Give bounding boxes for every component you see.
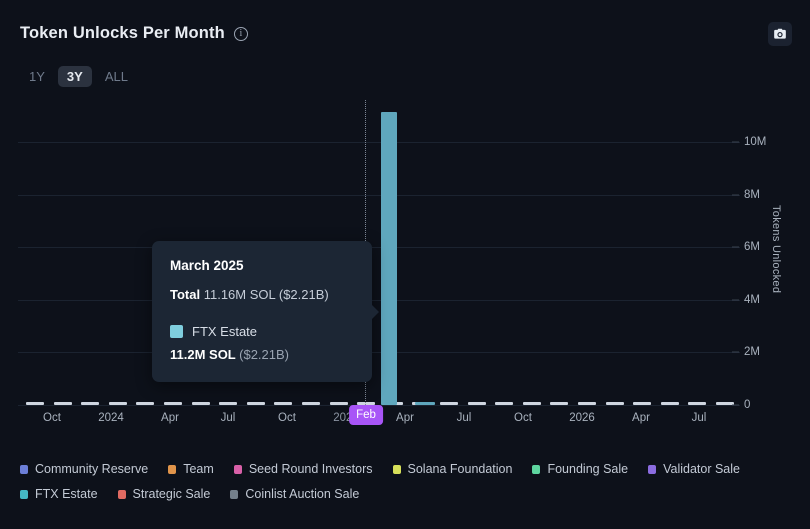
plot-area[interactable]: [18, 100, 740, 405]
x-axis-tick: Oct: [278, 412, 296, 424]
tab-3y[interactable]: 3Y: [58, 66, 92, 87]
y-axis-tick: 0: [744, 399, 750, 411]
tab-1y[interactable]: 1Y: [20, 66, 54, 87]
gridline: [18, 352, 740, 353]
y-axis-tick-mark: [732, 247, 739, 248]
legend-swatch: [532, 465, 540, 474]
chart-tooltip: March 2025 Total 11.16M SOL ($2.21B) FTX…: [152, 241, 372, 382]
x-axis-tick-selected: Feb: [349, 405, 383, 425]
legend-swatch: [393, 465, 401, 474]
y-axis-tick: 10M: [744, 136, 766, 148]
x-axis: Oct2024AprJulOct2025FebAprJulOct2026AprJ…: [18, 405, 740, 435]
tooltip-series-swatch: [170, 325, 183, 338]
camera-icon[interactable]: [768, 22, 792, 46]
x-axis-tick: Apr: [161, 412, 179, 424]
y-axis-tick-mark: [732, 299, 739, 300]
x-axis-tick: Apr: [396, 412, 414, 424]
y-axis-tick: 4M: [744, 294, 760, 306]
legend-label: Community Reserve: [35, 462, 148, 476]
legend-item-solana-foundation[interactable]: Solana Foundation: [393, 462, 513, 476]
chart-legend: Community Reserve Team Seed Round Investor…: [20, 462, 790, 501]
legend-label: FTX Estate: [35, 487, 98, 501]
tab-all[interactable]: ALL: [96, 66, 137, 87]
y-axis-tick: 6M: [744, 241, 760, 253]
legend-swatch: [20, 465, 28, 474]
tooltip-series-amount: 11.2M SOL: [170, 347, 236, 362]
gridline: [18, 142, 740, 143]
tooltip-series-usd: ($2.21B): [239, 347, 289, 362]
y-axis-tick-mark: [732, 352, 739, 353]
tooltip-arrow: [372, 305, 379, 319]
legend-label: Validator Sale: [663, 462, 740, 476]
legend-item-seed-round-investors[interactable]: Seed Round Investors: [234, 462, 373, 476]
legend-swatch: [20, 490, 28, 499]
x-axis-tick: 2026: [569, 412, 595, 424]
x-axis-tick: Apr: [632, 412, 650, 424]
y-axis-tick: 2M: [744, 346, 760, 358]
legend-swatch: [648, 465, 656, 474]
legend-item-validator-sale[interactable]: Validator Sale: [648, 462, 740, 476]
tooltip-series-name: FTX Estate: [192, 324, 257, 339]
tooltip-series-value: 11.2M SOL ($2.21B): [170, 347, 354, 362]
x-axis-tick: Jul: [457, 412, 472, 424]
legend-item-strategic-sale[interactable]: Strategic Sale: [118, 487, 211, 501]
tooltip-date: March 2025: [170, 258, 354, 273]
legend-label: Coinlist Auction Sale: [245, 487, 359, 501]
x-axis-tick: 2024: [98, 412, 124, 424]
chart-widget: Token Unlocks Per Month i 1Y 3Y ALL 0 2M 4…: [0, 0, 810, 529]
legend-label: Founding Sale: [547, 462, 628, 476]
tooltip-total-value: 11.16M SOL ($2.21B): [204, 287, 329, 302]
gridline: [18, 247, 740, 248]
tooltip-total: Total 11.16M SOL ($2.21B): [170, 287, 354, 302]
info-icon[interactable]: i: [234, 27, 248, 41]
gridline: [18, 195, 740, 196]
title-row: Token Unlocks Per Month i: [20, 24, 248, 43]
tooltip-total-label: Total: [170, 287, 200, 302]
chart-bar[interactable]: [381, 112, 397, 405]
legend-item-team[interactable]: Team: [168, 462, 214, 476]
legend-label: Seed Round Investors: [249, 462, 373, 476]
gridline: [18, 300, 740, 301]
y-axis-tick: 8M: [744, 189, 760, 201]
legend-swatch: [168, 465, 176, 474]
legend-item-community-reserve[interactable]: Community Reserve: [20, 462, 148, 476]
legend-label: Strategic Sale: [133, 487, 211, 501]
x-axis-tick: Jul: [692, 412, 707, 424]
widget-header: Token Unlocks Per Month i: [0, 0, 810, 60]
legend-item-founding-sale[interactable]: Founding Sale: [532, 462, 628, 476]
legend-swatch: [118, 490, 126, 499]
legend-label: Team: [183, 462, 214, 476]
legend-swatch: [234, 465, 242, 474]
tooltip-series-row: FTX Estate: [170, 324, 354, 339]
legend-label: Solana Foundation: [408, 462, 513, 476]
page-title: Token Unlocks Per Month: [20, 24, 225, 43]
x-axis-tick: Jul: [221, 412, 236, 424]
range-tabs: 1Y 3Y ALL: [20, 66, 137, 87]
y-axis-title: Tokens Unlocked: [770, 205, 782, 293]
legend-swatch: [230, 490, 238, 499]
x-axis-tick: Oct: [514, 412, 532, 424]
y-axis-tick-mark: [732, 142, 739, 143]
x-axis-tick: Oct: [43, 412, 61, 424]
y-axis-tick-mark: [732, 194, 739, 195]
legend-item-coinlist-auction-sale[interactable]: Coinlist Auction Sale: [230, 487, 359, 501]
legend-item-ftx-estate[interactable]: FTX Estate: [20, 487, 98, 501]
